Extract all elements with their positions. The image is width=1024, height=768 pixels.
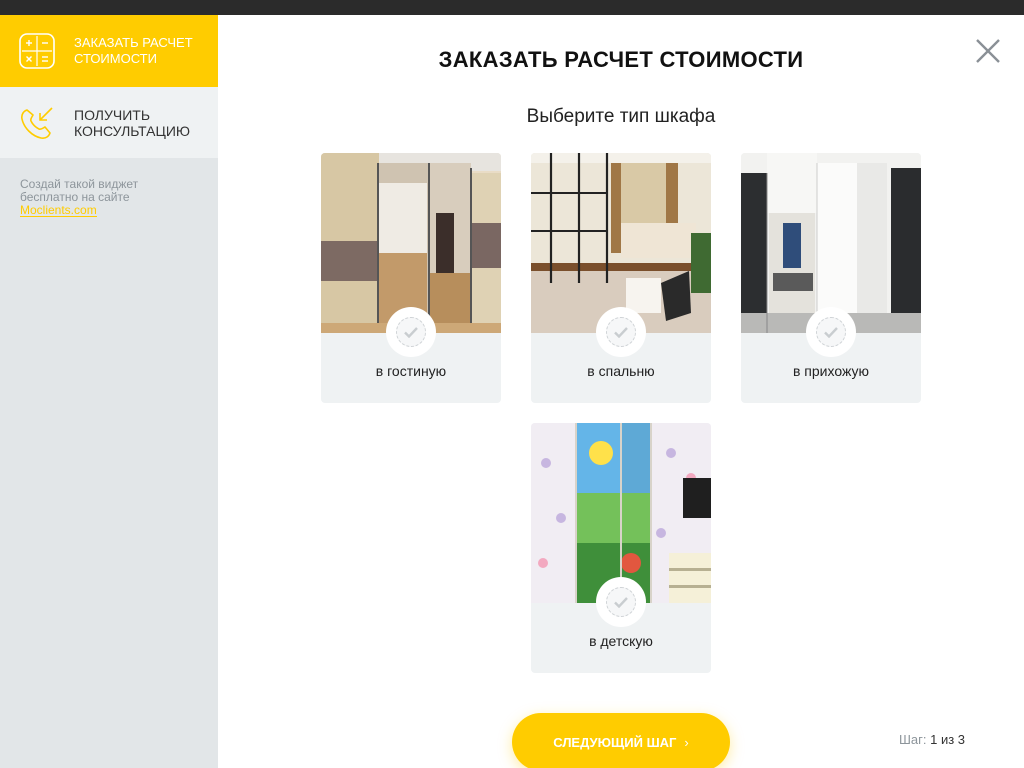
next-step-label: Следующий шаг	[553, 734, 677, 750]
checkmark-circle	[386, 307, 436, 357]
checkmark-circle	[806, 307, 856, 357]
checkmark-circle	[596, 577, 646, 627]
option-card-kids-room[interactable]: в детскую	[531, 423, 711, 673]
option-label: в гостиную	[375, 363, 447, 379]
hallway-wardrobe-image	[741, 153, 921, 333]
page-subtitle: Выберите тип шкафа	[526, 106, 716, 127]
step-indicator: Шаг: 1 из 3	[899, 732, 965, 747]
sidebar-item-calculate[interactable]: ЗАКАЗАТЬ РАСЧЕТ СТОИМОСТИ	[0, 15, 226, 87]
checkmark-icon	[824, 326, 838, 338]
option-card-hallway[interactable]: в прихожую	[741, 153, 921, 403]
bedroom-wardrobe-image	[531, 153, 711, 333]
checkmark-circle	[596, 307, 646, 357]
window-top-bar	[0, 0, 1024, 15]
sidebar: ЗАКАЗАТЬ РАСЧЕТ СТОИМОСТИ ПОЛУЧИТЬ КОНСУ…	[0, 15, 226, 768]
checkmark-icon	[404, 326, 418, 338]
option-label: в спальню	[587, 363, 655, 379]
kids-room-wardrobe-image	[531, 423, 711, 603]
chevron-right-icon: ›	[684, 734, 689, 750]
promo-link[interactable]: Moclients.com	[20, 204, 97, 217]
phone-callback-icon	[21, 106, 53, 139]
option-label: в прихожую	[792, 363, 869, 379]
step-label: Шаг:	[899, 732, 927, 747]
page-title: ЗАКАЗАТЬ РАСЧЕТ СТОИМОСТИ	[438, 47, 804, 72]
living-room-wardrobe-image	[321, 153, 501, 333]
sidebar-item-label: ЗАКАЗАТЬ РАСЧЕТ СТОИМОСТИ	[74, 35, 193, 66]
option-card-living-room[interactable]: в гостиную	[321, 153, 501, 403]
promo-text: Создай такой виджет бесплатно на сайте M…	[20, 177, 139, 217]
option-card-bedroom[interactable]: в спальню	[531, 153, 711, 403]
option-label: в детскую	[589, 633, 653, 649]
checkmark-icon	[614, 596, 628, 608]
calculator-icon	[19, 33, 55, 69]
next-step-button[interactable]: Следующий шаг ›	[512, 713, 730, 768]
sidebar-item-consultation[interactable]: ПОЛУЧИТЬ КОНСУЛЬТАЦИЮ	[0, 87, 218, 158]
sidebar-item-label: ПОЛУЧИТЬ КОНСУЛЬТАЦИЮ	[74, 106, 191, 139]
modal-main: ЗАКАЗАТЬ РАСЧЕТ СТОИМОСТИ Выберите тип ш…	[218, 15, 1024, 768]
checkmark-icon	[614, 326, 628, 338]
step-value: 1 из 3	[930, 732, 966, 747]
